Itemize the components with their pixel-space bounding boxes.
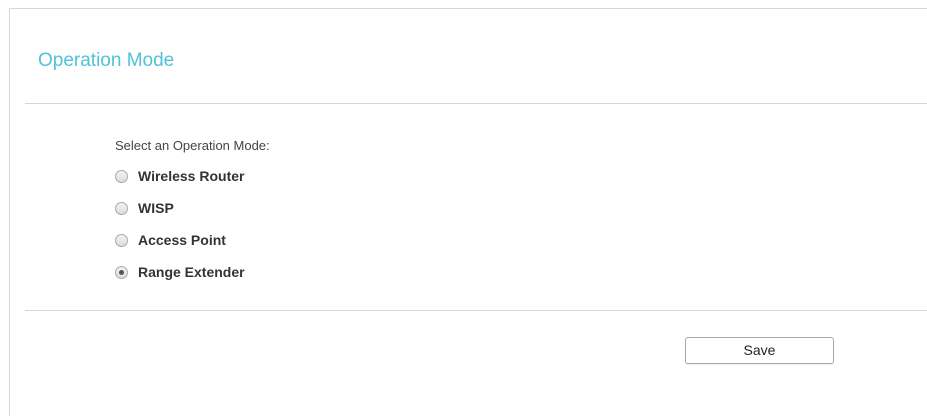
range-extender-label[interactable]: Range Extender (138, 261, 245, 283)
operation-mode-prompt: Select an Operation Mode: (115, 138, 270, 153)
save-button[interactable]: Save (685, 337, 834, 364)
option-access-point[interactable]: Access Point (115, 229, 245, 261)
option-wisp[interactable]: WISP (115, 197, 245, 229)
option-range-extender[interactable]: Range Extender (115, 261, 245, 293)
operation-mode-options: Wireless Router WISP Access Point Range … (115, 165, 245, 293)
title-divider (25, 103, 927, 104)
wireless-router-label[interactable]: Wireless Router (138, 165, 244, 187)
access-point-radio[interactable] (115, 234, 128, 247)
wireless-router-radio[interactable] (115, 170, 128, 183)
range-extender-radio[interactable] (115, 266, 128, 279)
wisp-radio[interactable] (115, 202, 128, 215)
page-title: Operation Mode (38, 50, 175, 71)
access-point-label[interactable]: Access Point (138, 229, 226, 251)
wisp-label[interactable]: WISP (138, 197, 174, 219)
option-wireless-router[interactable]: Wireless Router (115, 165, 245, 197)
footer-divider (25, 310, 927, 311)
